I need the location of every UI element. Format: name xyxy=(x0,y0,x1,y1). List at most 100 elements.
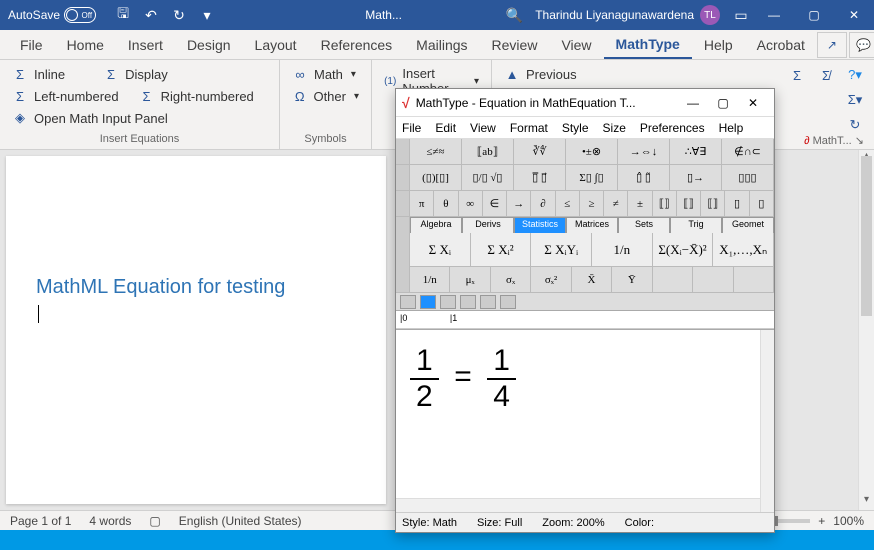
word-count[interactable]: 4 words xyxy=(89,514,131,528)
mt-menu-size[interactable]: Size xyxy=(603,121,626,135)
tab-mathtype[interactable]: MathType xyxy=(604,30,692,59)
document-page[interactable]: MathML Equation for testing xyxy=(6,156,386,504)
scroll-thumb[interactable] xyxy=(861,156,872,316)
undo-icon[interactable]: ↶ xyxy=(138,2,164,28)
tb-btn[interactable] xyxy=(440,295,456,309)
sym-infinity[interactable]: ∞ xyxy=(459,191,483,216)
comments-button[interactable]: 💬 xyxy=(849,32,874,58)
toggle-off-icon[interactable]: Off xyxy=(64,7,96,23)
previous-button[interactable]: ▲Previous xyxy=(500,64,584,84)
refresh-button[interactable]: ↻ xyxy=(842,114,868,136)
search-icon[interactable]: 🔍 xyxy=(501,7,527,24)
stat-sumx2[interactable]: Σ Xᵢ² xyxy=(471,233,532,266)
palette-handle[interactable] xyxy=(396,217,410,233)
mt-menu-view[interactable]: View xyxy=(470,121,496,135)
mt-menu-file[interactable]: File xyxy=(402,121,421,135)
stat-sumx[interactable]: Σ Xᵢ xyxy=(410,233,471,266)
zoom-in-icon[interactable]: + xyxy=(818,514,825,528)
stat-sequence[interactable]: X₁,…,Xₙ xyxy=(713,233,774,266)
autosave-toggle[interactable]: AutoSave Off xyxy=(0,7,104,23)
palette-tab-algebra[interactable]: Algebra xyxy=(410,217,462,233)
equation-rhs-fraction[interactable]: 1 4 xyxy=(487,344,516,414)
sym-le[interactable]: ≤ xyxy=(556,191,580,216)
sym-element[interactable]: ∈ xyxy=(483,191,507,216)
sym-slot[interactable]: ▯ xyxy=(750,191,774,216)
sym-ne[interactable]: ≠ xyxy=(604,191,628,216)
save-icon[interactable]: 🖫 xyxy=(110,2,136,28)
mt-vscroll[interactable] xyxy=(760,330,774,512)
tab-layout[interactable]: Layout xyxy=(243,30,309,59)
palette-arrows[interactable]: →⇔↓ xyxy=(618,139,670,164)
mt-menu-edit[interactable]: Edit xyxy=(435,121,456,135)
palette-sets[interactable]: ∉∩⊂ xyxy=(722,139,774,164)
sym-slot[interactable]: ▯ xyxy=(725,191,749,216)
tab-file[interactable]: File xyxy=(8,30,55,59)
palette-logic[interactable]: ∴∀∃ xyxy=(670,139,722,164)
right-numbered-button[interactable]: ΣRight-numbered xyxy=(135,86,258,106)
sym-theta[interactable]: θ xyxy=(434,191,458,216)
mt-status-style[interactable]: Style: Math xyxy=(402,517,457,529)
close-button[interactable]: ✕ xyxy=(834,0,874,30)
stat-sigmax[interactable]: σₓ xyxy=(491,267,531,292)
open-math-input-panel[interactable]: ◈Open Math Input Panel xyxy=(8,108,271,128)
palette-handle[interactable] xyxy=(396,191,410,216)
sym-pi[interactable]: π xyxy=(410,191,434,216)
scroll-down-icon[interactable]: ▾ xyxy=(859,494,874,510)
sigma-button[interactable]: Σ xyxy=(784,64,810,86)
palette-fences[interactable]: (▯)[▯] xyxy=(410,165,462,190)
palette-labeled-arrows[interactable]: ▯→ xyxy=(670,165,722,190)
tb-btn[interactable] xyxy=(480,295,496,309)
mt-status-zoom[interactable]: Zoom: 200% xyxy=(542,517,604,529)
user-account[interactable]: Tharindu Liyanagunawardena TL xyxy=(527,5,728,25)
sigma-format-button[interactable]: Σ▾ xyxy=(842,89,868,111)
vertical-scrollbar[interactable]: ▴ ▾ xyxy=(858,150,874,510)
palette-handle[interactable] xyxy=(396,267,410,292)
other-symbols-button[interactable]: ΩOther▾ xyxy=(288,86,363,106)
palette-matrices[interactable]: ▯▯▯ xyxy=(722,165,774,190)
help-button[interactable]: ?▾ xyxy=(842,64,868,86)
left-numbered-button[interactable]: ΣLeft-numbered xyxy=(8,86,123,106)
equation-lhs-fraction[interactable]: 1 2 xyxy=(410,344,439,414)
mt-close-button[interactable]: ✕ xyxy=(738,96,768,110)
stat-empty[interactable] xyxy=(693,267,733,292)
inline-button[interactable]: ΣInline xyxy=(8,64,69,84)
tab-home[interactable]: Home xyxy=(55,30,116,59)
tab-review[interactable]: Review xyxy=(480,30,550,59)
palette-tab-statistics[interactable]: Statistics xyxy=(514,217,566,233)
stat-xbar[interactable]: X̄ xyxy=(572,267,612,292)
page-indicator[interactable]: Page 1 of 1 xyxy=(10,514,71,528)
stat-ybar[interactable]: Ȳ xyxy=(612,267,652,292)
tab-help[interactable]: Help xyxy=(692,30,745,59)
tab-insert[interactable]: Insert xyxy=(116,30,175,59)
tb-btn[interactable] xyxy=(460,295,476,309)
sym-slot[interactable]: ⟦⟧ xyxy=(677,191,701,216)
palette-tab-trig[interactable]: Trig xyxy=(670,217,722,233)
stat-1n-small[interactable]: 1/n xyxy=(410,267,450,292)
tab-view[interactable]: View xyxy=(549,30,603,59)
palette-relations[interactable]: ≤≠≈ xyxy=(410,139,462,164)
sym-ge[interactable]: ≥ xyxy=(580,191,604,216)
mt-hscroll[interactable] xyxy=(396,498,760,512)
palette-tab-geometry[interactable]: Geomet xyxy=(722,217,774,233)
minimize-button[interactable]: — xyxy=(754,0,794,30)
tab-mailings[interactable]: Mailings xyxy=(404,30,479,59)
mt-status-color[interactable]: Color: xyxy=(625,517,654,529)
palette-handle[interactable] xyxy=(396,139,410,164)
mt-maximize-button[interactable]: ▢ xyxy=(708,96,738,110)
redo-icon[interactable]: ↻ xyxy=(166,2,192,28)
sym-pm[interactable]: ± xyxy=(628,191,652,216)
tab-design[interactable]: Design xyxy=(175,30,243,59)
mt-menu-preferences[interactable]: Preferences xyxy=(640,121,705,135)
sigma-toggle-button[interactable]: Σ̸ xyxy=(813,64,839,86)
share-button[interactable]: ↗ xyxy=(817,32,847,58)
tab-acrobat[interactable]: Acrobat xyxy=(745,30,817,59)
palette-embellish[interactable]: ∛∜ xyxy=(514,139,566,164)
zoom-value[interactable]: 100% xyxy=(833,514,864,528)
stat-sumxy[interactable]: Σ XᵢYᵢ xyxy=(531,233,592,266)
stat-sigmax2[interactable]: σₓ² xyxy=(531,267,571,292)
mt-menu-help[interactable]: Help xyxy=(719,121,744,135)
display-button[interactable]: ΣDisplay xyxy=(99,64,172,84)
palette-handle[interactable] xyxy=(396,233,410,267)
sym-slot[interactable]: ⟦⟧ xyxy=(701,191,725,216)
palette-spaces[interactable]: ⟦ab⟧ xyxy=(462,139,514,164)
